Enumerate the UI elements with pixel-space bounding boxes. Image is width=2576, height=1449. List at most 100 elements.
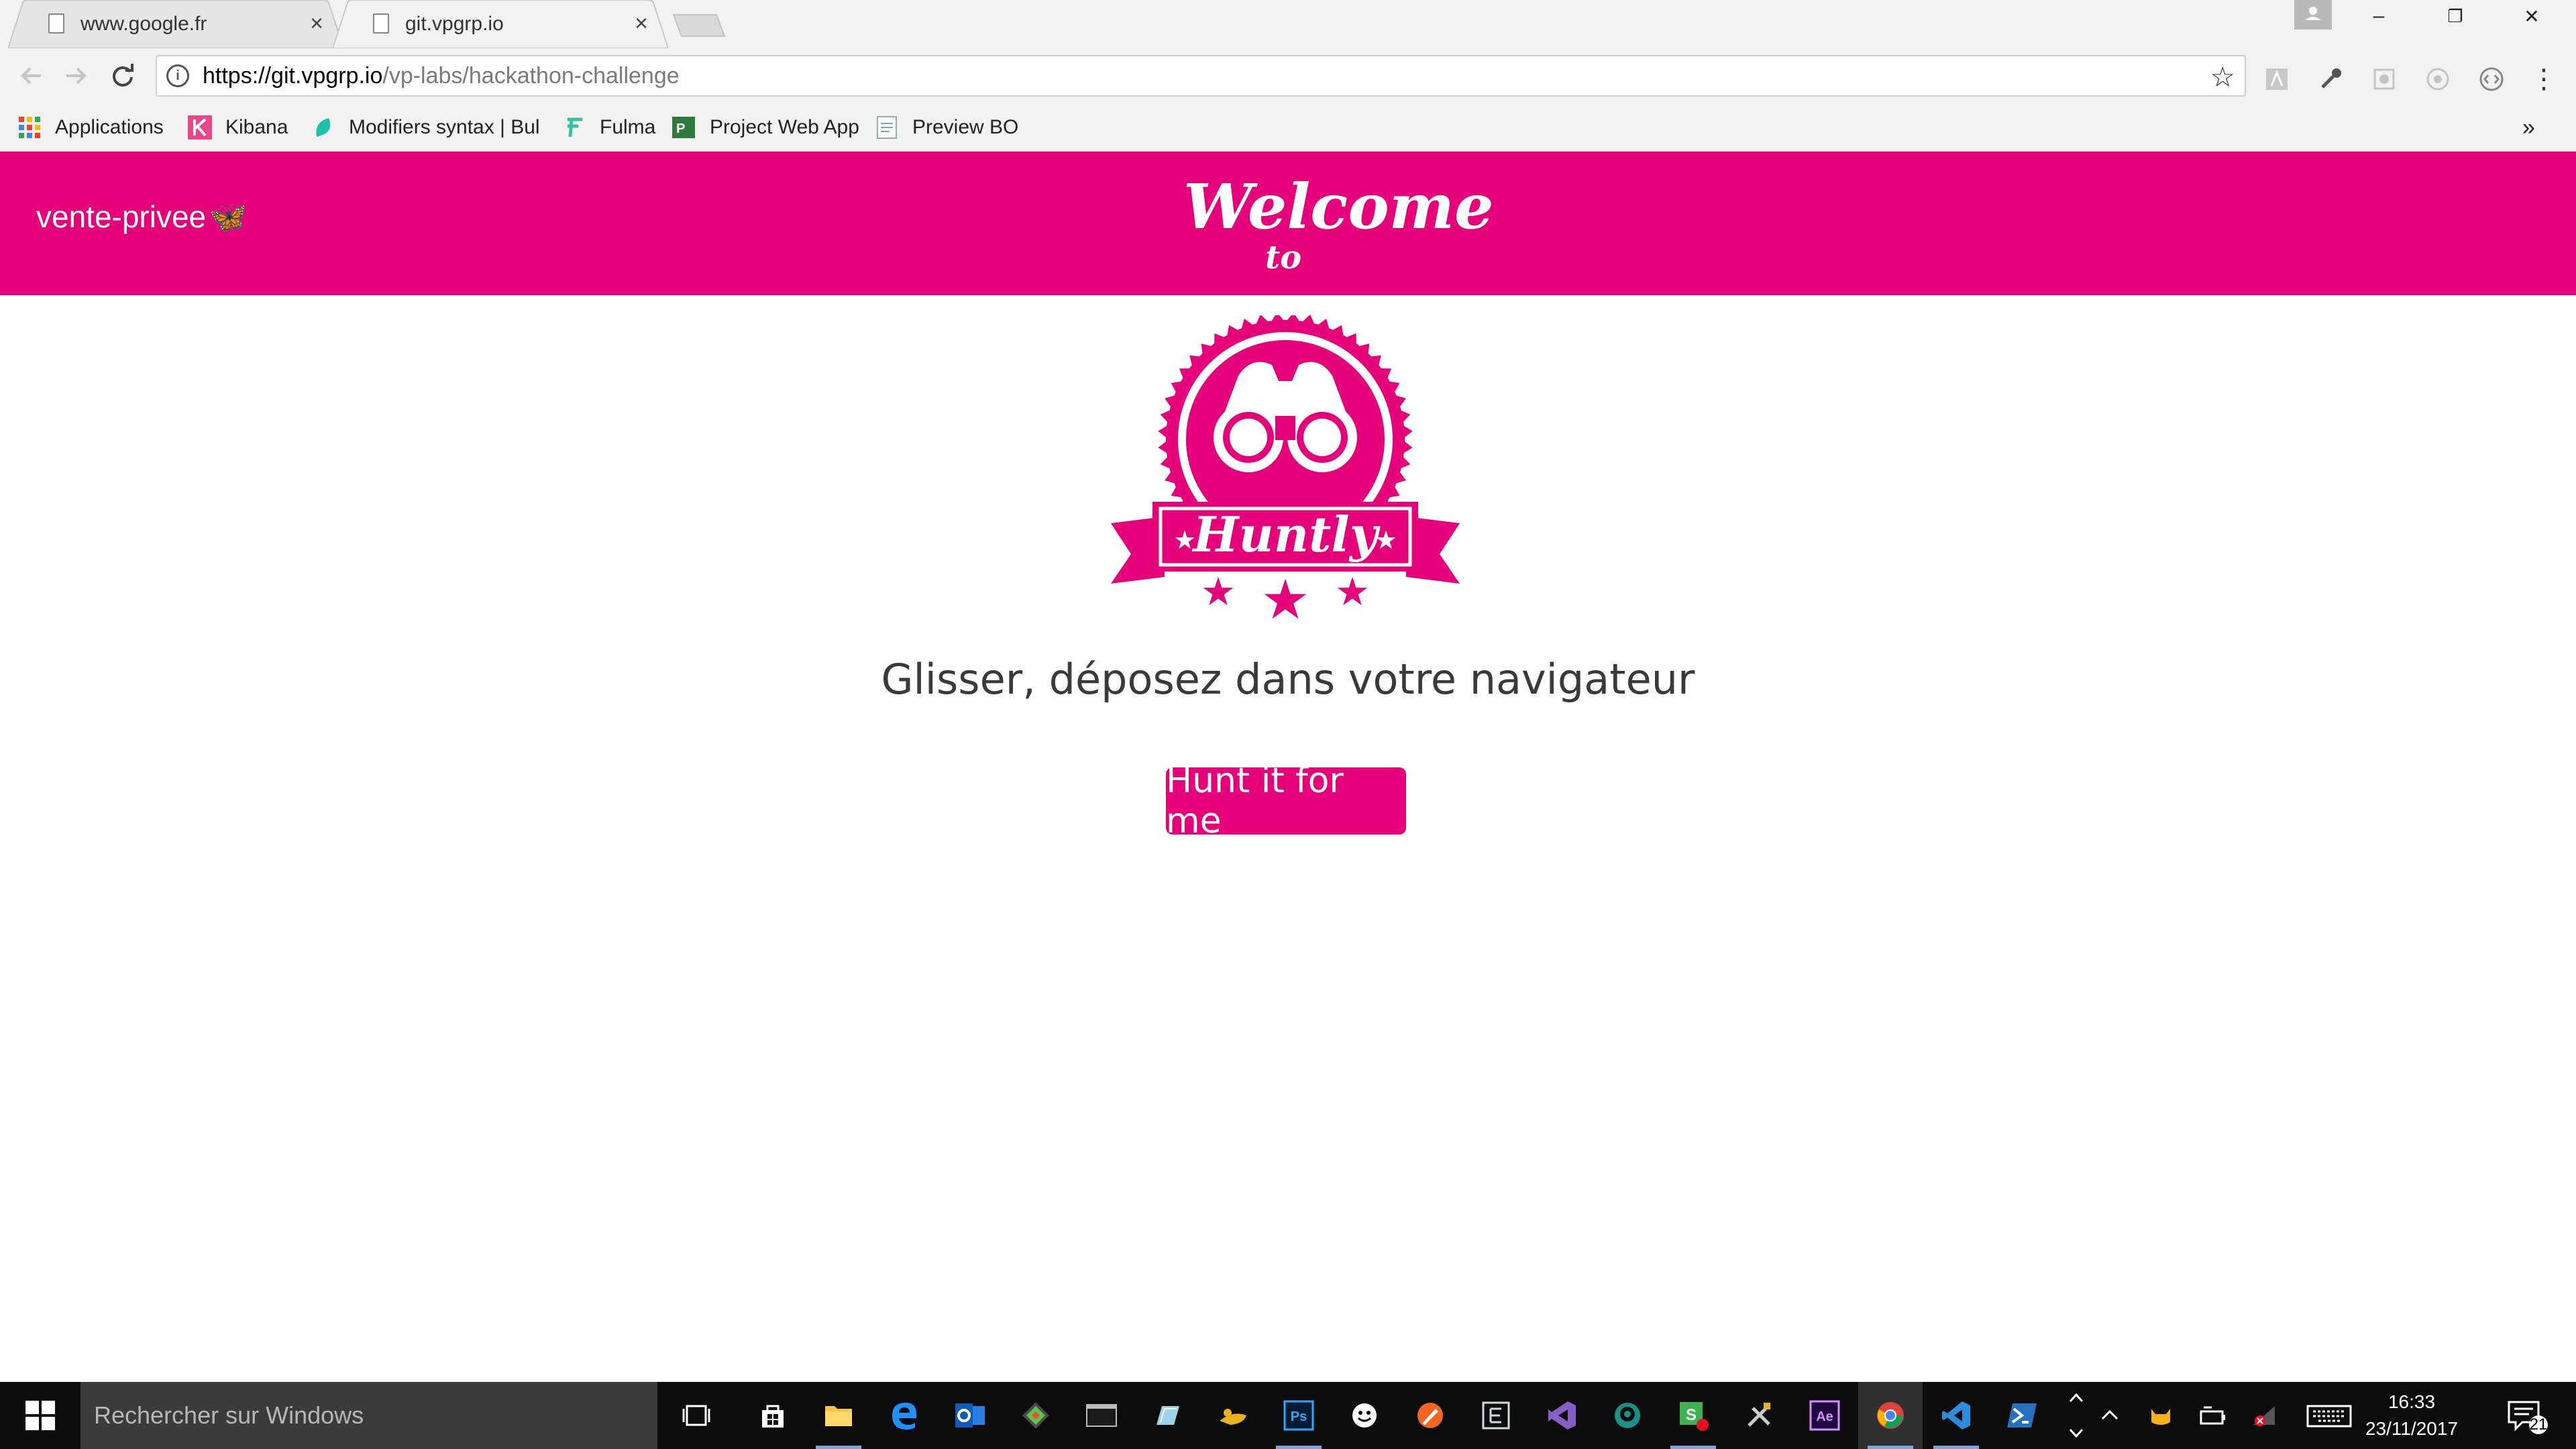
document-icon (877, 116, 897, 139)
taskbar-search[interactable]: Rechercher sur Windows (80, 1382, 657, 1449)
clock-time: 16:33 (2387, 1391, 2436, 1412)
eyedropper-glyph (2321, 68, 2341, 89)
star-icon: ★ (1201, 570, 1236, 614)
url-path: /vp-labs/hackathon-challenge (382, 62, 680, 89)
running-indicator (1868, 1446, 1913, 1449)
elastic-leaf-icon (316, 118, 331, 137)
bookmark-label: Project Web App (710, 116, 859, 138)
scroll-arrows[interactable] (2066, 1382, 2086, 1449)
network-tray-icon[interactable] (2249, 1382, 2282, 1449)
store-icon[interactable] (741, 1382, 805, 1449)
bookmark-label: Modifiers syntax | Bul (349, 116, 540, 138)
profile-button[interactable] (2294, 0, 2332, 30)
skype-business-icon[interactable]: S (1661, 1382, 1725, 1449)
forward-button[interactable] (59, 59, 93, 93)
powershell-icon[interactable] (1990, 1382, 2054, 1449)
edge-icon[interactable] (872, 1382, 936, 1449)
huntly-wordmark: Huntly (1191, 506, 1380, 563)
info-icon[interactable]: i (166, 64, 189, 87)
network-error-icon (2253, 1406, 2275, 1426)
restore-button[interactable]: ❐ (2418, 0, 2493, 32)
reload-button[interactable] (106, 59, 140, 93)
huntly-logo: Huntly ★ ★ ★ ★ ★ (1111, 315, 1460, 631)
clock[interactable]: 16:33 23/11/2017 (2361, 1389, 2462, 1442)
bookmark-applications[interactable]: Applications (17, 113, 164, 142)
git-icon[interactable] (1004, 1382, 1068, 1449)
extension-grid-icon[interactable] (2369, 64, 2399, 94)
cat-tray-icon[interactable] (2144, 1382, 2178, 1449)
bookmark-project-web-app[interactable]: P Project Web App (672, 113, 859, 142)
fulma-icon (568, 117, 582, 138)
bookmark-preview-bo[interactable]: Preview BO (875, 113, 1018, 142)
tab-google[interactable]: www.google.fr × (8, 0, 343, 48)
file-explorer-icon[interactable] (806, 1382, 871, 1449)
close-icon[interactable]: × (310, 11, 323, 37)
bookmarks-overflow-button[interactable]: » (2522, 113, 2535, 142)
svg-text:Ae: Ae (1816, 1409, 1833, 1424)
minimize-button[interactable]: – (2341, 0, 2416, 32)
menu-kebab-icon[interactable]: ⋮ (2529, 64, 2559, 94)
brand-logo[interactable]: vente-privee🦋 (36, 199, 247, 235)
bookmarks-bar: Applications Kibana Modifiers syntax | B… (0, 103, 2576, 152)
lamp-icon[interactable] (1201, 1382, 1265, 1449)
circle-glyph (2426, 68, 2449, 91)
grid-glyph (2373, 68, 2395, 90)
notes-icon[interactable] (1135, 1382, 1199, 1449)
smiley-icon[interactable] (1332, 1382, 1397, 1449)
search-placeholder: Rechercher sur Windows (94, 1401, 364, 1429)
bookmark-label: Preview BO (912, 116, 1019, 138)
tab-git-vpgrp[interactable]: git.vpgrp.io × (333, 0, 668, 48)
svg-text:P: P (676, 121, 685, 136)
extension-code-icon[interactable] (2477, 64, 2506, 94)
hunt-it-button[interactable]: Hunt it for me (1166, 761, 1406, 841)
task-view-icon[interactable] (664, 1382, 729, 1449)
star-icon: ★ (1375, 527, 1397, 555)
pdf-extension-icon[interactable] (2262, 64, 2292, 94)
welcome-to-text: to (1265, 239, 1302, 276)
bookmark-kibana[interactable]: Kibana (188, 113, 288, 142)
page-icon (373, 13, 389, 34)
eyedropper-icon[interactable] (2316, 64, 2345, 94)
address-bar[interactable]: i https://git.vpgrp.io/vp-labs/hackathon… (156, 55, 2246, 97)
chevron-up-icon (2101, 1409, 2118, 1420)
browser-toolbar: i https://git.vpgrp.io/vp-labs/hackathon… (0, 48, 2576, 103)
paint-icon[interactable] (1398, 1382, 1462, 1449)
close-icon[interactable]: × (635, 11, 648, 37)
tools-icon[interactable] (1727, 1382, 1791, 1449)
outlook-icon[interactable] (938, 1382, 1002, 1449)
battery-tray-icon[interactable] (2196, 1382, 2230, 1449)
url-text: https://git.vpgrp.io/vp-labs/hackathon-c… (203, 63, 680, 89)
back-button[interactable] (15, 59, 48, 93)
keyboard-icon (2306, 1405, 2352, 1428)
brand-name: vente-privee (36, 199, 207, 234)
show-hidden-icons-button[interactable] (2093, 1382, 2127, 1449)
new-tab-button[interactable] (672, 13, 726, 38)
chrome-icon[interactable] (1858, 1382, 1923, 1449)
terminal-icon[interactable] (1069, 1382, 1134, 1449)
kibana-icon (188, 115, 212, 140)
vscode-icon[interactable] (1924, 1382, 1988, 1449)
chevron-updown-icon (2069, 1393, 2084, 1438)
visual-studio-icon[interactable] (1529, 1382, 1594, 1449)
photoshop-icon[interactable]: Ps (1267, 1382, 1331, 1449)
action-center-button[interactable]: 21 (2502, 1395, 2549, 1436)
extension-circle-icon[interactable] (2423, 64, 2453, 94)
bookmark-star-icon[interactable]: ☆ (2210, 60, 2235, 93)
start-button[interactable] (0, 1382, 80, 1449)
tab-strip: www.google.fr × git.vpgrp.io × – ❐ ✕ (0, 0, 2576, 48)
gitkraken-icon[interactable] (1595, 1382, 1660, 1449)
project-icon: P (672, 117, 695, 138)
close-window-button[interactable]: ✕ (2494, 0, 2569, 32)
svg-text:S: S (1686, 1406, 1697, 1424)
star-icon: ★ (1173, 527, 1196, 555)
bookmark-modifiers-syntax[interactable]: Modifiers syntax | Bul (311, 113, 540, 142)
keyboard-tray-icon[interactable] (2304, 1382, 2355, 1449)
bookmark-fulma[interactable]: Fulma (562, 113, 655, 142)
tagline: Glisser, déposez dans votre navigateur (881, 655, 1695, 704)
running-indicator (1933, 1446, 1979, 1449)
page-icon (48, 13, 64, 34)
editor-icon[interactable] (1464, 1382, 1528, 1449)
after-effects-icon[interactable]: Ae (1792, 1382, 1857, 1449)
reload-icon (113, 64, 133, 87)
tab-title: git.vpgrp.io (405, 13, 504, 35)
